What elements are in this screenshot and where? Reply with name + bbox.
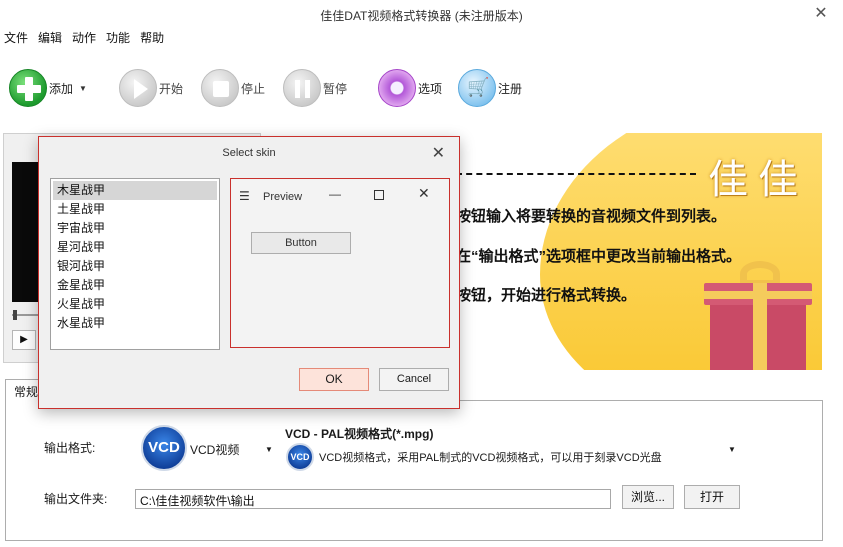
start-button[interactable]: 开始 [119,66,183,110]
seek-thumb[interactable] [13,310,17,320]
register-button[interactable]: 注册 [458,66,522,110]
output-folder-label: 输出文件夹: [44,492,108,506]
menu-edit[interactable]: 编辑 [34,28,66,48]
minimize-icon: — [329,187,341,201]
pause-button[interactable]: 暂停 [283,66,347,110]
add-icon [9,69,47,107]
pause-icon [283,69,321,107]
ok-button[interactable]: OK [299,368,369,391]
player-play-button[interactable]: ▶ [12,330,36,350]
menu-function[interactable]: 功能 [102,28,134,48]
brand-logo: 佳佳 [708,157,808,203]
profile-dropdown-icon[interactable]: ▼ [728,445,736,454]
banner-line-2: 在“输出格式”选项框中更改当前输出格式。 [456,248,742,265]
maximize-icon [374,190,384,200]
tab-general-label: 常规 [14,385,39,399]
skin-item[interactable]: 火星战甲 [53,295,217,314]
output-format-label: 输出格式: [44,441,96,455]
window-title: 佳佳DAT视频格式转换器 (未注册版本) [320,9,523,23]
hamburger-menu-icon: ☰ [239,189,250,203]
window-close-button[interactable]: ✕ [811,4,831,24]
title-bar: 佳佳DAT视频格式转换器 (未注册版本) ✕ [0,0,843,28]
profile-description[interactable]: VCD视频格式，采用PAL制式的VCD视频格式，可以用于刻录VCD光盘 [319,449,662,465]
vcd-format-icon[interactable]: VCD [141,425,187,471]
vcd-profile-icon: VCD [286,443,314,471]
menu-file[interactable]: 文件 [0,28,32,48]
preview-title: Preview [263,191,303,203]
cancel-button[interactable]: Cancel [379,368,449,391]
menu-action[interactable]: 动作 [68,28,100,48]
skin-preview-window: ☰ Preview — ✕ Button [230,178,450,348]
preview-close-icon: ✕ [418,185,430,201]
start-label: 开始 [159,81,184,96]
menu-help[interactable]: 帮助 [136,28,168,48]
stop-button[interactable]: 停止 [201,66,265,110]
preview-sample-button: Button [251,232,351,254]
dialog-close-button[interactable]: ✕ [432,143,445,163]
options-label: 选项 [418,81,443,96]
banner-divider [456,173,696,175]
profile-title[interactable]: VCD - PAL视频格式(*.mpg) [285,425,433,442]
settings-panel: 输出格式: VCD VCD视频 ▼ VCD - PAL视频格式(*.mpg) V… [5,400,823,541]
menu-bar: 文件 编辑 动作 功能 帮助 [0,28,170,48]
output-folder-input[interactable]: C:\佳佳视频软件\输出 [135,489,611,509]
banner-line-1: 按钮输入将要转换的音视频文件到列表。 [456,208,727,225]
stop-icon [201,69,239,107]
play-icon [119,69,157,107]
add-label: 添加 [49,81,74,96]
stop-label: 停止 [241,81,266,96]
skin-item[interactable]: 金星战甲 [53,276,217,295]
skin-list[interactable]: 木星战甲 土星战甲 宇宙战甲 星河战甲 银河战甲 金星战甲 火星战甲 水星战甲 [50,178,220,350]
format-dropdown-icon[interactable]: ▼ [265,445,273,454]
skin-item[interactable]: 宇宙战甲 [53,219,217,238]
skin-item[interactable]: 银河战甲 [53,257,217,276]
gift-ribbon-vertical [753,283,767,370]
banner-line-3: 按钮，开始进行格式转换。 [456,287,637,304]
output-format-name[interactable]: VCD视频 [190,441,239,458]
dialog-title: Select skin [222,147,276,159]
add-dropdown-icon[interactable]: ▼ [79,84,87,93]
skin-item[interactable]: 星河战甲 [53,238,217,257]
skin-item[interactable]: 水星战甲 [53,314,217,333]
pause-label: 暂停 [323,81,348,96]
cart-icon [458,69,496,107]
gear-icon [378,69,416,107]
skin-item[interactable]: 木星战甲 [53,181,217,200]
open-folder-button[interactable]: 打开 [684,485,740,509]
toolbar: 添加 ▼ 开始 停止 暂停 选项 注册 [0,60,843,116]
add-button[interactable]: 添加 ▼ [9,66,87,110]
options-button[interactable]: 选项 [378,66,442,110]
browse-button[interactable]: 浏览... [622,485,674,509]
skin-item[interactable]: 土星战甲 [53,200,217,219]
select-skin-dialog: Select skin ✕ 木星战甲 土星战甲 宇宙战甲 星河战甲 银河战甲 金… [38,136,460,409]
register-label: 注册 [498,81,523,96]
